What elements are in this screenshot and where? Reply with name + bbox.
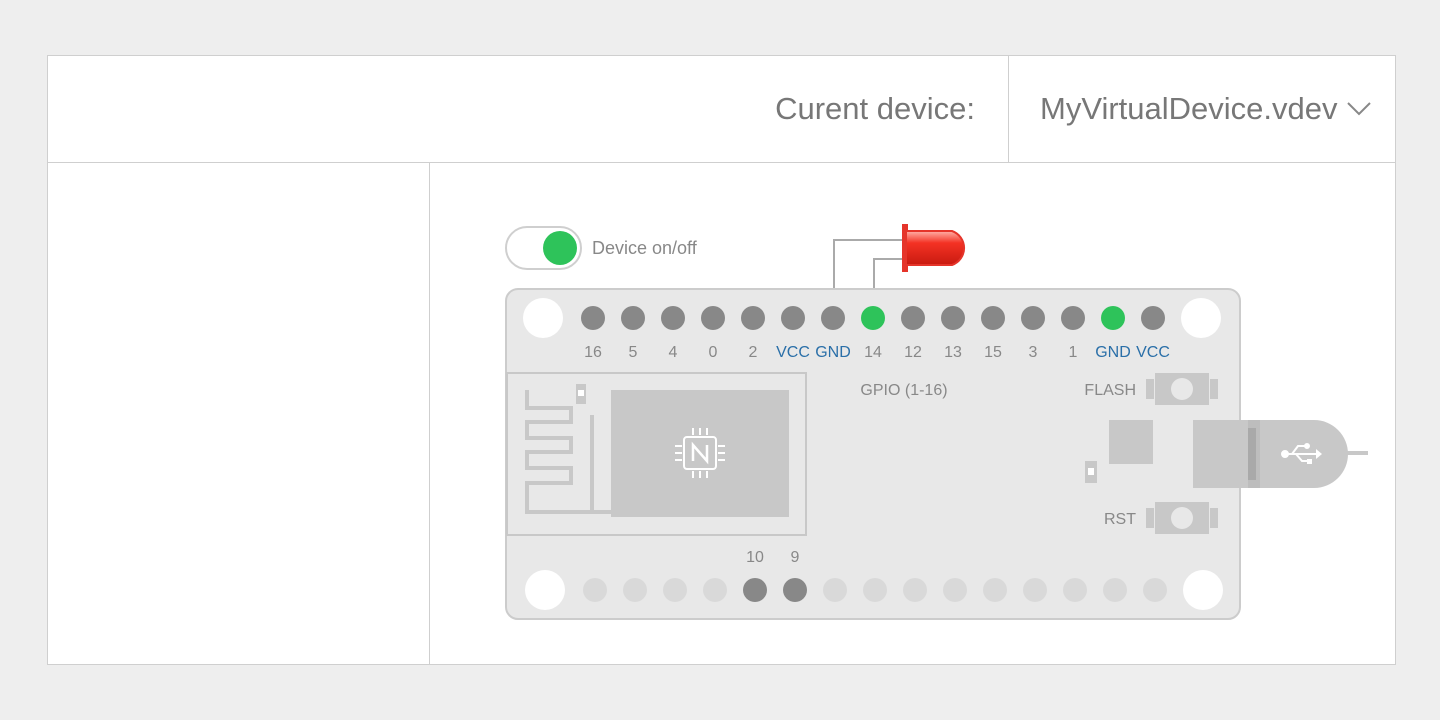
top-pin-vcc[interactable] bbox=[781, 306, 805, 330]
top-pin-label: GND bbox=[1095, 344, 1131, 361]
bottom-pin bbox=[943, 578, 967, 602]
top-pin-label: 3 bbox=[1029, 344, 1038, 361]
top-pin-16[interactable] bbox=[581, 306, 605, 330]
usb-port bbox=[1193, 420, 1260, 488]
mount-hole bbox=[523, 298, 563, 338]
usb-chip bbox=[1109, 420, 1153, 464]
bottom-pin[interactable] bbox=[743, 578, 767, 602]
mount-hole bbox=[1183, 570, 1223, 610]
flash-label: FLASH bbox=[1084, 382, 1136, 399]
top-pin-label: VCC bbox=[776, 344, 810, 361]
top-pin-label: 1 bbox=[1069, 344, 1078, 361]
bottom-pin bbox=[583, 578, 607, 602]
top-pin-13[interactable] bbox=[941, 306, 965, 330]
top-pin-5[interactable] bbox=[621, 306, 645, 330]
top-pin-label: 4 bbox=[669, 344, 678, 361]
top-pin-2[interactable] bbox=[741, 306, 765, 330]
top-pin-gnd[interactable] bbox=[1101, 306, 1125, 330]
top-pin-label: GND bbox=[815, 344, 851, 361]
top-pin-label: 2 bbox=[749, 344, 758, 361]
top-pin-label: 15 bbox=[984, 344, 1002, 361]
bottom-pin bbox=[1103, 578, 1127, 602]
top-pin-label: 0 bbox=[709, 344, 718, 361]
flash-button[interactable] bbox=[1146, 373, 1218, 405]
bottom-pin-label: 9 bbox=[791, 549, 800, 566]
led bbox=[902, 224, 966, 272]
mount-hole bbox=[525, 570, 565, 610]
top-pin-label: 12 bbox=[904, 344, 922, 361]
bottom-pin bbox=[903, 578, 927, 602]
bottom-pin bbox=[823, 578, 847, 602]
toggle-label: Device on/off bbox=[592, 238, 698, 258]
top-pin-gnd[interactable] bbox=[821, 306, 845, 330]
bottom-pin-label: 10 bbox=[746, 549, 764, 566]
power-toggle[interactable] bbox=[505, 226, 582, 270]
toggle-knob bbox=[543, 231, 577, 265]
bottom-pin bbox=[1143, 578, 1167, 602]
device-simulator: Device on/off 16 5 4 0 2 VCC GND 14 12 13 15 3 1 GND V… bbox=[505, 224, 1368, 620]
top-pin-label: 5 bbox=[629, 344, 638, 361]
top-pin-label: 14 bbox=[864, 344, 882, 361]
bottom-pin bbox=[1023, 578, 1047, 602]
bottom-pin bbox=[703, 578, 727, 602]
top-pin-4[interactable] bbox=[661, 306, 685, 330]
top-pin-label: 13 bbox=[944, 344, 962, 361]
rst-button[interactable] bbox=[1146, 502, 1218, 534]
bottom-pin bbox=[863, 578, 887, 602]
top-pin-0[interactable] bbox=[701, 306, 725, 330]
bottom-pin bbox=[983, 578, 1007, 602]
top-pin-label: VCC bbox=[1136, 344, 1170, 361]
top-pin-14[interactable] bbox=[861, 306, 885, 330]
mount-hole bbox=[1181, 298, 1221, 338]
top-pin-label: 16 bbox=[584, 344, 602, 361]
top-pin-15[interactable] bbox=[981, 306, 1005, 330]
usb-plug bbox=[1260, 420, 1368, 488]
top-pin-vcc[interactable] bbox=[1141, 306, 1165, 330]
top-pin-12[interactable] bbox=[901, 306, 925, 330]
top-pin-3[interactable] bbox=[1021, 306, 1045, 330]
gpio-range-label: GPIO (1-16) bbox=[860, 382, 947, 399]
rst-label: RST bbox=[1104, 511, 1136, 528]
bottom-pin[interactable] bbox=[783, 578, 807, 602]
bottom-pin bbox=[623, 578, 647, 602]
bottom-pin bbox=[663, 578, 687, 602]
top-pin-1[interactable] bbox=[1061, 306, 1085, 330]
bottom-pin bbox=[1063, 578, 1087, 602]
